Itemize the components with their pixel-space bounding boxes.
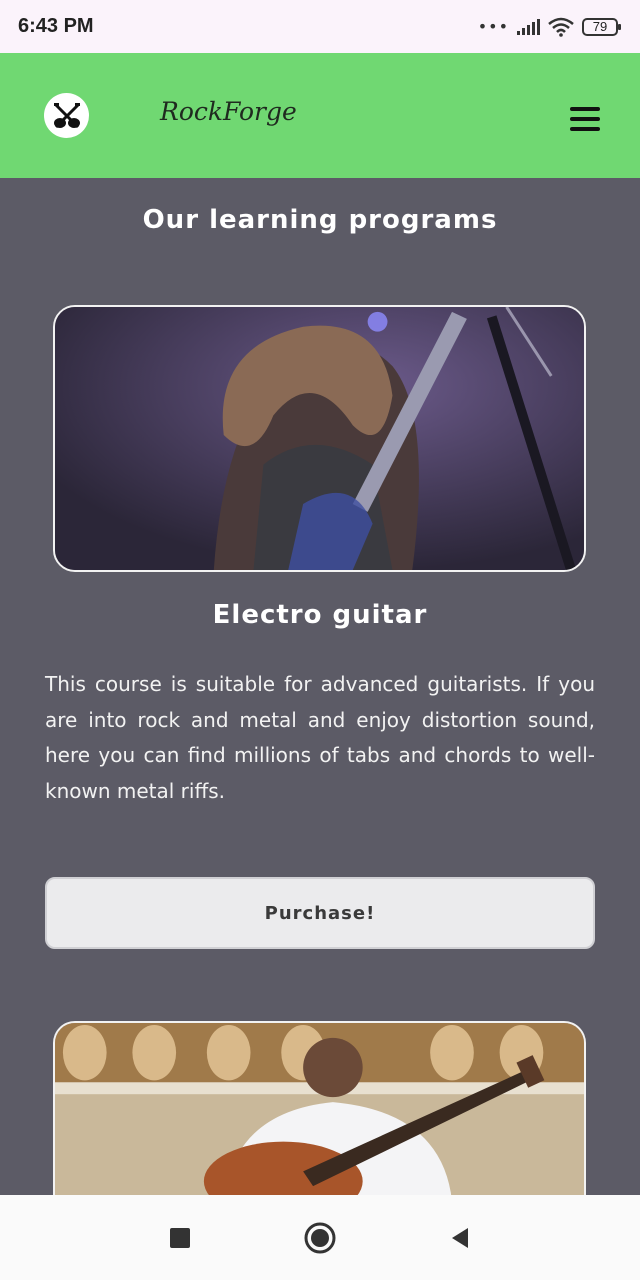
hamburger-menu-icon[interactable] xyxy=(570,107,600,131)
app-header: RockForge xyxy=(0,53,640,178)
purchase-button[interactable]: Purchase! xyxy=(45,877,595,949)
home-circle-icon[interactable] xyxy=(300,1218,340,1258)
battery-icon: 79 xyxy=(582,17,622,37)
section-title: Our learning programs xyxy=(142,205,498,235)
status-icons: ••• 79 xyxy=(478,17,622,37)
recents-square-icon[interactable] xyxy=(160,1218,200,1258)
course-description: This course is suitable for advanced gui… xyxy=(45,672,595,803)
brand-name[interactable]: RockForge xyxy=(160,97,297,126)
status-time: 6:43 PM xyxy=(18,15,94,37)
course-title: Electro guitar xyxy=(212,600,428,630)
electro-guitar-image xyxy=(53,305,586,572)
classical-guitar-image xyxy=(53,1021,586,1201)
system-nav-bar xyxy=(0,1195,640,1280)
battery-level: 79 xyxy=(592,19,608,34)
wifi-icon xyxy=(548,17,574,37)
guitar-cross-icon[interactable] xyxy=(44,93,89,138)
status-bar: 6:43 PM ••• 79 xyxy=(0,0,640,53)
back-triangle-icon[interactable] xyxy=(440,1218,480,1258)
signal-icon xyxy=(517,18,540,35)
more-dots-icon: ••• xyxy=(477,17,509,36)
